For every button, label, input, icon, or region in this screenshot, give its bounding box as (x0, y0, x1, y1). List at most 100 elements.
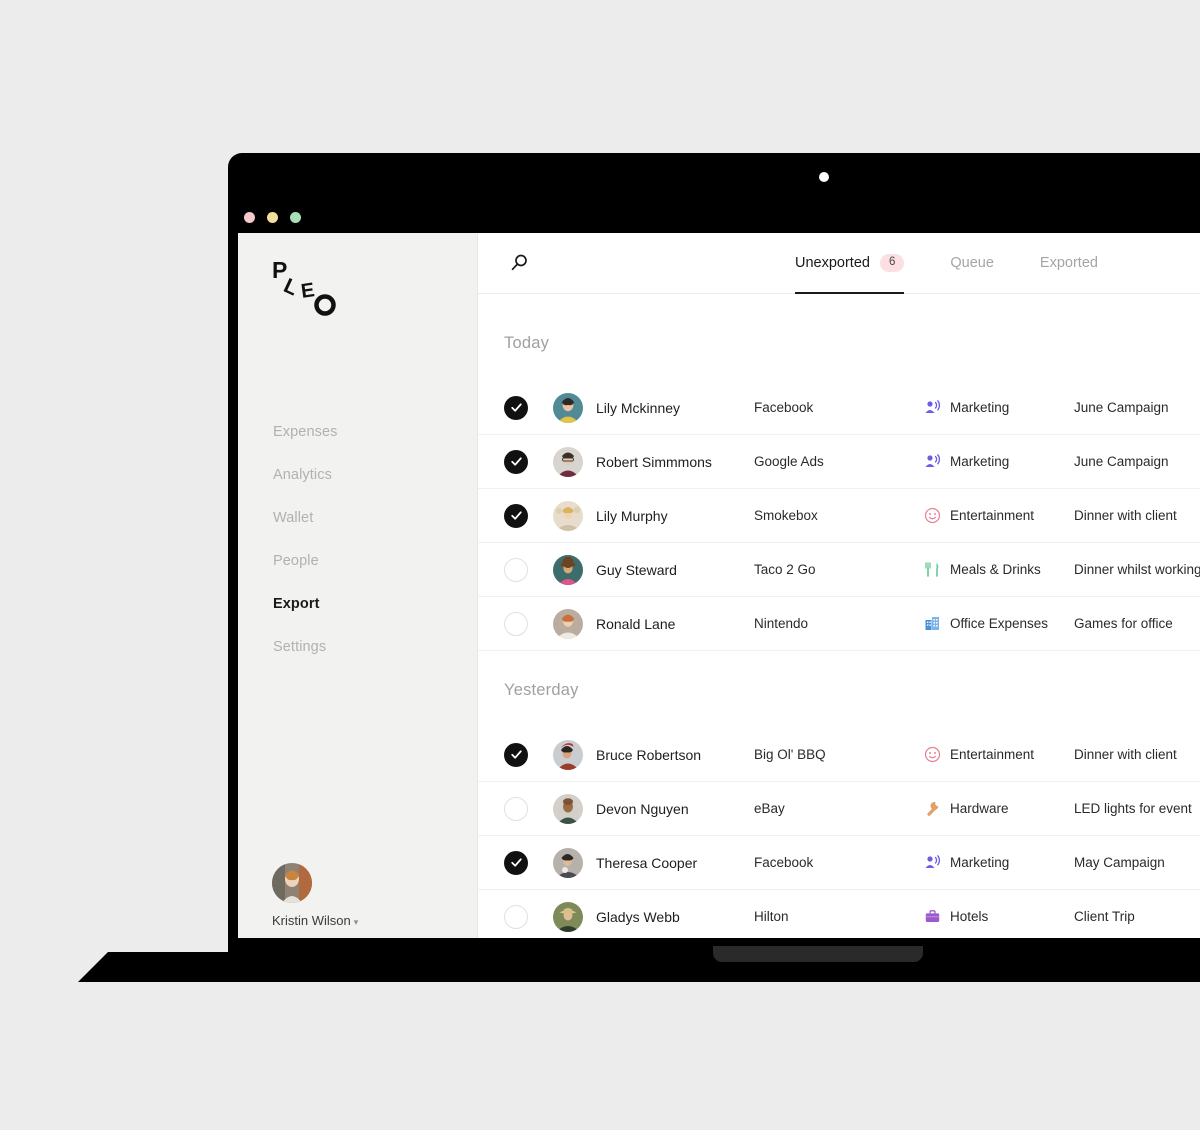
row-category: Entertainment (924, 507, 1074, 524)
sidebar-item-people[interactable]: People (273, 540, 337, 583)
avatar (553, 608, 583, 639)
sidebar-item-wallet[interactable]: Wallet (273, 497, 337, 540)
laptop-base-notch (713, 946, 923, 962)
row-checkbox[interactable] (504, 611, 528, 636)
megaphone-person-icon (924, 854, 941, 871)
tab-unexported[interactable]: Unexported 6 (795, 233, 905, 294)
row-person-name: Ronald Lane (596, 615, 676, 632)
table-row[interactable]: Lily Mckinney Facebook Marketing June Ca… (478, 381, 1200, 434)
table-row[interactable]: Gladys Webb Hilton Hotels Client Trip (478, 889, 1200, 938)
maximize-button[interactable] (290, 212, 301, 223)
status-badge: 6 (879, 254, 905, 272)
avatar (553, 739, 583, 770)
row-checkbox[interactable] (504, 503, 528, 528)
tab-exported[interactable]: Exported (1040, 233, 1098, 293)
group-heading-today: Today (504, 334, 550, 352)
row-category-label: Marketing (950, 855, 1010, 870)
avatar (553, 500, 583, 531)
row-person-name: Lily Murphy (596, 507, 668, 524)
fork-knife-icon (924, 561, 941, 578)
megaphone-person-icon (924, 399, 941, 416)
chevron-down-icon: ▾ (353, 917, 359, 927)
row-category-label: Marketing (950, 454, 1010, 469)
row-description: LED lights for event (1074, 801, 1192, 816)
user-name[interactable]: Kristin Wilson ▾ (272, 913, 452, 928)
row-merchant: Google Ads (754, 454, 824, 469)
app-window: P L E Expenses Analytics Wallet People E… (238, 233, 1200, 938)
minimize-button[interactable] (267, 212, 278, 223)
tab-bar: Unexported 6 Queue Exported (795, 233, 1098, 294)
tab-queue[interactable]: Queue (950, 233, 994, 293)
row-person-name: Lily Mckinney (596, 399, 681, 416)
megaphone-person-icon (924, 453, 941, 470)
row-category: Marketing (924, 854, 1074, 871)
smiley-face-icon (924, 507, 941, 524)
row-merchant: Facebook (754, 400, 814, 415)
avatar (553, 847, 583, 878)
avatar (553, 446, 583, 477)
row-category: Meals & Drinks (924, 561, 1074, 578)
pleo-logo-icon[interactable]: P L E (272, 257, 342, 318)
sidebar: P L E Expenses Analytics Wallet People E… (238, 233, 478, 938)
row-merchant: Nintendo (754, 616, 809, 631)
row-checkbox[interactable] (504, 904, 528, 929)
row-category-label: Hotels (950, 909, 989, 924)
row-checkbox[interactable] (504, 395, 528, 420)
row-description: Dinner with client (1074, 747, 1177, 762)
row-description: Dinner whilst working (1074, 562, 1200, 577)
table-row[interactable]: Lily Murphy Smokebox Entertainment Dinne… (478, 488, 1200, 542)
row-category-label: Meals & Drinks (950, 562, 1041, 577)
laptop-base (78, 952, 1200, 982)
row-person-name: Robert Simmmons (596, 453, 712, 470)
row-category-label: Entertainment (950, 508, 1035, 523)
row-category: Marketing (924, 453, 1074, 470)
row-description: Games for office (1074, 616, 1173, 631)
row-checkbox[interactable] (504, 557, 528, 582)
row-category: Office Expenses (924, 615, 1074, 632)
avatar (553, 901, 583, 932)
sidebar-item-expenses[interactable]: Expenses (273, 411, 337, 454)
table-row[interactable]: Devon Nguyen eBay Hardware LED lights fo… (478, 781, 1200, 835)
close-button[interactable] (244, 212, 255, 223)
topbar: Unexported 6 Queue Exported (478, 233, 1200, 294)
row-category: Hardware (924, 800, 1074, 817)
row-checkbox[interactable] (504, 796, 528, 821)
tab-exported-label: Exported (1039, 255, 1098, 271)
row-person-name: Devon Nguyen (596, 800, 689, 817)
row-checkbox[interactable] (504, 850, 528, 875)
avatar (553, 392, 583, 423)
row-description: June Campaign (1074, 400, 1169, 415)
screen-viewport: P L E Expenses Analytics Wallet People E… (238, 233, 1200, 938)
row-person-name: Theresa Cooper (596, 854, 698, 871)
search-icon[interactable] (508, 252, 530, 274)
sidebar-item-export[interactable]: Export (273, 583, 337, 626)
row-category-label: Hardware (950, 801, 1009, 816)
row-merchant: eBay (754, 801, 785, 816)
group-heading-yesterday: Yesterday (504, 681, 579, 699)
row-merchant: Smokebox (754, 508, 818, 523)
table-row[interactable]: Robert Simmmons Google Ads Marketing Jun… (478, 434, 1200, 488)
row-person-name: Guy Steward (596, 561, 677, 578)
table-row[interactable]: Bruce Robertson Big Ol' BBQ Entertainmen… (478, 728, 1200, 781)
row-category-label: Entertainment (950, 747, 1035, 762)
row-checkbox[interactable] (504, 449, 528, 474)
row-person-name: Bruce Robertson (596, 746, 702, 763)
row-merchant: Facebook (754, 855, 814, 870)
row-category-label: Office Expenses (950, 616, 1049, 631)
row-checkbox[interactable] (504, 742, 528, 767)
table-row[interactable]: Ronald Lane Nintendo Office Expenses Gam… (478, 596, 1200, 650)
sidebar-item-settings[interactable]: Settings (273, 626, 337, 669)
group-rows-yesterday: Bruce Robertson Big Ol' BBQ Entertainmen… (478, 728, 1200, 938)
avatar (553, 554, 583, 585)
smiley-face-icon (924, 746, 941, 763)
wrench-icon (924, 800, 941, 817)
sidebar-item-analytics[interactable]: Analytics (273, 454, 337, 497)
row-category: Marketing (924, 399, 1074, 416)
table-row[interactable]: Theresa Cooper Facebook Marketing May Ca… (478, 835, 1200, 889)
user-profile[interactable]: Kristin Wilson ▾ (272, 863, 452, 928)
row-category: Hotels (924, 908, 1074, 925)
table-row[interactable]: Guy Steward Taco 2 Go Meals & Drinks Din… (478, 542, 1200, 596)
office-building-icon (924, 615, 941, 632)
row-person-name: Gladys Webb (596, 908, 680, 925)
row-category: Entertainment (924, 746, 1074, 763)
